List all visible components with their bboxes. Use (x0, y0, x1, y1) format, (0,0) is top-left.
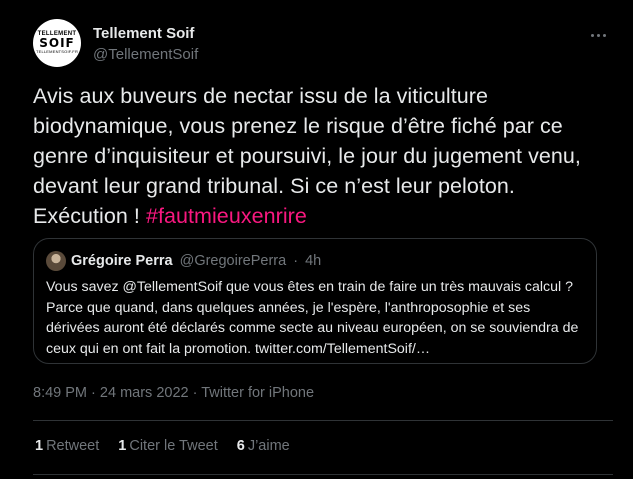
tweet-time[interactable]: 8:49 PM (33, 385, 87, 401)
quotes-stat[interactable]: 1 Citer le Tweet (118, 438, 217, 454)
tweet-stats: 1 Retweet 1 Citer le Tweet 6 J’aime (35, 438, 309, 454)
quote-separator: · (293, 253, 299, 269)
tweet-source: Twitter for iPhone (201, 385, 315, 401)
likes-stat[interactable]: 6 J’aime (237, 438, 290, 454)
quote-author-name: Grégoire Perra (71, 253, 173, 269)
likes-count: 6 (236, 438, 245, 454)
meta-separator-2: · (192, 385, 198, 401)
tweet-date[interactable]: 24 mars 2022 (100, 385, 189, 401)
tweet-text: Avis aux buveurs de nectar issu de la vi… (33, 81, 608, 231)
quote-time: 4h (305, 253, 322, 269)
author-name[interactable]: Tellement Soif (93, 25, 194, 42)
author-handle[interactable]: @TellementSoif (93, 46, 198, 63)
quotes-label: Citer le Tweet (129, 438, 218, 454)
quote-author-handle: @GregoirePerra (179, 253, 287, 269)
tweet-body: Avis aux buveurs de nectar issu de la vi… (33, 84, 581, 228)
quote-text: Vous savez @TellementSoif que vous êtes … (46, 279, 579, 357)
avatar-text-line3: TELLEMENTSOIF.FR (35, 49, 79, 54)
quotes-count: 1 (118, 438, 127, 454)
retweets-label: Retweet (46, 438, 100, 454)
quoted-tweet[interactable]: Grégoire Perra @GregoirePerra · 4h Vous … (33, 238, 597, 364)
retweets-stat[interactable]: 1 Retweet (35, 438, 99, 454)
meta-separator-1: · (91, 385, 96, 401)
author-avatar[interactable]: TELLEMENT SOIF TELLEMENTSOIF.FR (33, 19, 81, 67)
tweet-header: TELLEMENT SOIF TELLEMENTSOIF.FR Tellemen… (33, 19, 613, 71)
hashtag-link[interactable]: #fautmieuxenrire (146, 204, 307, 228)
divider-top (33, 420, 613, 421)
retweets-count: 1 (35, 438, 44, 454)
avatar-text-line2: SOIF (39, 36, 75, 50)
quote-header: Grégoire Perra @GregoirePerra · 4h (71, 253, 321, 269)
quote-author-avatar (46, 251, 66, 271)
likes-label: J’aime (247, 438, 290, 454)
divider-bottom (33, 474, 613, 475)
tweet-meta: 8:49 PM · 24 mars 2022 · Twitter for iPh… (33, 385, 314, 401)
more-options-icon[interactable] (583, 25, 613, 45)
